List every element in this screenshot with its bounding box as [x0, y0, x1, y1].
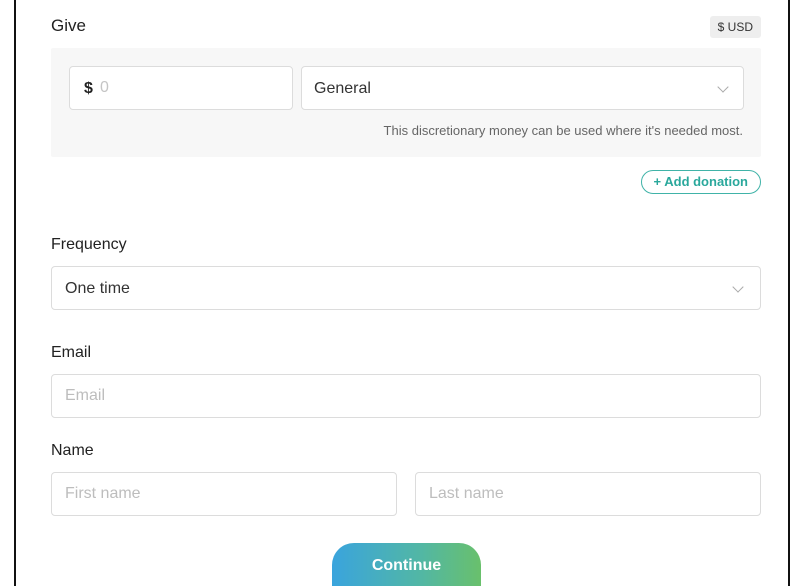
give-title: Give [51, 16, 86, 35]
fund-select-value: General [314, 80, 371, 97]
name-label: Name [51, 442, 94, 459]
amount-input[interactable] [100, 73, 280, 103]
email-field-wrapper [51, 374, 761, 418]
fund-description: This discretionary money can be used whe… [383, 123, 743, 138]
last-name-field[interactable] [416, 473, 760, 515]
add-donation-button[interactable]: + Add donation [640, 170, 761, 194]
donation-panel: $ General This discretionary money can b… [51, 48, 761, 157]
email-label: Email [51, 344, 92, 361]
frequency-select[interactable]: One time [51, 266, 761, 310]
email-field[interactable] [52, 375, 760, 417]
give-header: Give $ USD [51, 10, 761, 40]
frequency-select-value: One time [65, 280, 130, 297]
last-name-wrapper [415, 472, 761, 516]
first-name-field[interactable] [52, 473, 396, 515]
chevron-down-icon [732, 281, 744, 293]
continue-button[interactable]: Continue [332, 543, 481, 586]
fund-select[interactable]: General [301, 66, 744, 110]
amount-field[interactable]: $ [69, 66, 293, 110]
currency-badge[interactable]: $ USD [709, 16, 761, 38]
frequency-label: Frequency [51, 236, 127, 253]
give-form-frame: Give $ USD $ General This discretionary … [14, 0, 790, 586]
currency-symbol: $ [84, 80, 93, 97]
chevron-down-icon [717, 81, 729, 93]
first-name-wrapper [51, 472, 397, 516]
